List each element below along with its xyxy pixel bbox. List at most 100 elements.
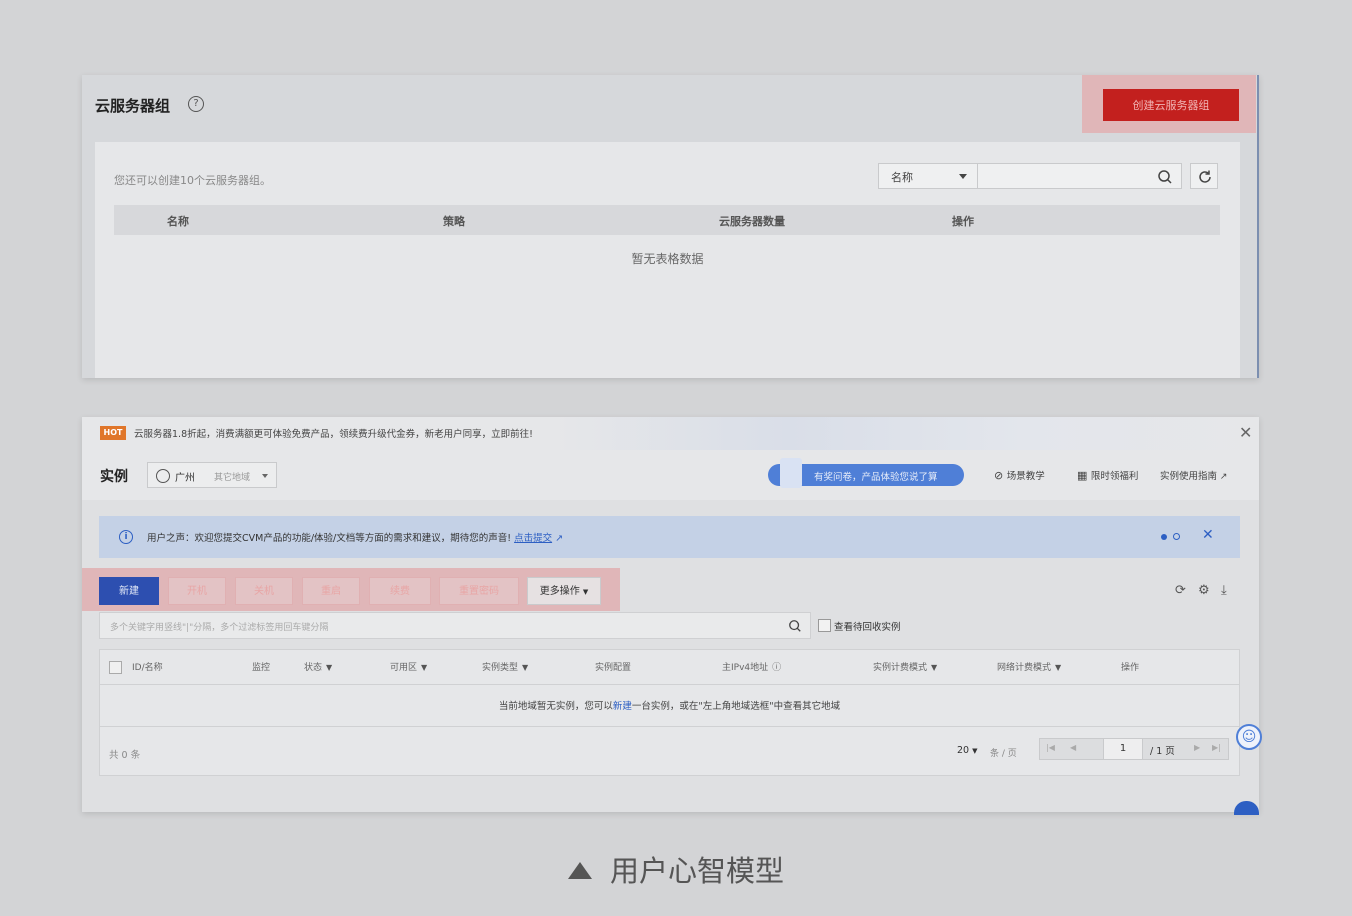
refresh-button[interactable] <box>1190 163 1218 189</box>
search-icon[interactable] <box>1157 169 1173 185</box>
notice-message: 用户之声：欢迎您提交CVM产品的功能/体验/文档等方面的需求和建议，期待您的声音… <box>147 533 512 544</box>
column-label: 实例计费模式 <box>873 663 928 673</box>
filter-select[interactable]: 名称 <box>878 163 978 189</box>
smile-feedback-icon[interactable]: ☺ <box>1236 724 1262 750</box>
column-header-status[interactable]: 状态 ▼ <box>304 660 332 673</box>
external-link-icon: ↗ <box>1217 472 1228 482</box>
recycle-label[interactable]: 查看待回收实例 <box>834 619 901 633</box>
total-count: 共 0 条 <box>109 750 141 761</box>
close-icon[interactable]: ✕ <box>1239 423 1252 442</box>
promo-banner: HOT 云服务器1.8折起，消费满额更可体验免费产品，领续费升级代金券，新老用户… <box>82 417 1259 450</box>
first-page-icon[interactable]: |◀ <box>1046 743 1055 752</box>
search-icon[interactable] <box>788 619 802 633</box>
empty-text: 一台实例，或在"左上角地域选框"中查看其它地域 <box>631 701 841 712</box>
start-button[interactable]: 开机 <box>168 577 226 605</box>
filter-icon[interactable]: ▼ <box>326 663 332 672</box>
recycle-checkbox[interactable] <box>818 619 831 632</box>
column-label: 主IPv4地址 <box>722 663 769 673</box>
filter-select-value: 名称 <box>891 171 913 184</box>
next-page-icon[interactable]: ▶ <box>1194 743 1200 752</box>
column-header: 实例配置 <box>595 663 632 673</box>
survey-label: 有奖问卷，产品体验您说了算 <box>814 472 938 483</box>
gear-icon[interactable]: ⚙ <box>1198 583 1210 598</box>
instance-header: 实例 广州 其它地域 有奖问卷，产品体验您说了算 ⊘ 场景教学 ▦ 限时领福利 … <box>82 450 1259 500</box>
qrcode-icon: ▦ <box>1077 469 1091 482</box>
empty-state: 当前地域暂无实例，您可以新建一台实例，或在"左上角地域选框"中查看其它地域 <box>100 698 1239 712</box>
region-value: 广州 <box>175 473 195 484</box>
new-instance-button[interactable]: 新建 <box>99 577 159 605</box>
region-select[interactable]: 广州 其它地域 <box>147 462 277 488</box>
column-header-zone[interactable]: 可用区 ▼ <box>390 660 427 673</box>
column-header-billing[interactable]: 实例计费模式 ▼ <box>873 660 937 673</box>
caret-down-icon: ▼ <box>582 588 589 596</box>
instance-panel: HOT 云服务器1.8折起，消费满额更可体验免费产品，领续费升级代金券，新老用户… <box>82 417 1262 815</box>
caret-down-icon <box>262 474 268 478</box>
column-label: 实例类型 <box>482 663 519 673</box>
filter-icon[interactable]: ▼ <box>931 663 937 672</box>
empty-state: 暂无表格数据 <box>631 252 704 266</box>
triangle-up-icon <box>567 861 592 879</box>
filter-icon[interactable]: ▼ <box>421 663 427 672</box>
column-label: 可用区 <box>390 663 418 673</box>
column-header-type[interactable]: 实例类型 ▼ <box>482 660 528 673</box>
last-page-icon[interactable]: ▶| <box>1212 743 1221 752</box>
region-other: 其它地域 <box>214 473 251 483</box>
search-placeholder: 多个关键字用竖线"|"分隔，多个过滤标签用回车键分隔 <box>110 623 329 633</box>
restart-button[interactable]: 重启 <box>302 577 360 605</box>
scenario-tutorial-link[interactable]: ⊘ 场景教学 <box>994 468 1045 482</box>
column-label: 状态 <box>304 663 323 673</box>
page-title: 实例 <box>100 469 128 485</box>
download-icon[interactable]: ⤓ <box>1221 583 1227 598</box>
promo-text[interactable]: 云服务器1.8折起，消费满额更可体验免费产品，领续费升级代金券，新老用户同享，立… <box>134 426 533 440</box>
filter-icon[interactable]: ▼ <box>522 663 528 672</box>
help-circle-icon[interactable]: ? <box>188 96 204 112</box>
info-icon[interactable]: ⓘ <box>772 663 781 673</box>
submit-feedback-link[interactable]: 点击提交 <box>514 533 552 544</box>
usage-guide-link[interactable]: 实例使用指南 ↗ <box>1160 468 1227 482</box>
page-size-select[interactable]: 20 ▼ <box>957 745 978 756</box>
filter-icon[interactable]: ▼ <box>1055 663 1061 672</box>
create-server-group-button[interactable]: 创建云服务器组 <box>1103 89 1239 121</box>
panel-edge <box>1257 75 1259 378</box>
select-all-checkbox[interactable] <box>109 661 122 674</box>
column-label: 网络计费模式 <box>997 663 1052 673</box>
group-list-card: 您还可以创建10个云服务器组。 名称 名称 策略 云服务器数量 操作 暂无表格数… <box>95 142 1240 378</box>
instance-table: ID/名称 监控 状态 ▼ 可用区 ▼ 实例类型 ▼ 实例配置 主IPv4地址 ⓘ 实例… <box>99 649 1240 776</box>
page-size-value: 20 <box>957 745 970 756</box>
page-total: / 1 页 <box>1150 746 1175 757</box>
page-size-unit: 条 / 页 <box>990 749 1017 759</box>
document-icon <box>780 458 802 488</box>
reset-password-button[interactable]: 重置密码 <box>439 577 519 605</box>
prev-page-icon[interactable]: ◀ <box>1070 743 1076 752</box>
globe-icon <box>156 469 170 483</box>
limited-offer-link[interactable]: ▦ 限时领福利 <box>1077 468 1138 482</box>
more-actions-button[interactable]: 更多操作 ▼ <box>527 577 601 605</box>
quota-tip: 您还可以创建10个云服务器组。 <box>114 174 271 187</box>
column-header-network-billing[interactable]: 网络计费模式 ▼ <box>997 660 1061 673</box>
create-instance-link[interactable]: 新建 <box>613 701 632 712</box>
page-input[interactable]: 1 <box>1103 739 1143 759</box>
floating-assistant-tab[interactable] <box>1234 801 1259 815</box>
refresh-icon[interactable]: ⟳ <box>1175 583 1186 598</box>
close-icon[interactable]: ✕ <box>1202 527 1214 543</box>
column-header: 名称 <box>167 215 189 228</box>
pagination: |◀ ◀ 1 / 1 页 ▶ ▶| <box>1039 738 1229 760</box>
survey-button[interactable]: 有奖问卷，产品体验您说了算 <box>768 458 964 488</box>
search-input[interactable] <box>978 163 1182 189</box>
hot-badge: HOT <box>100 426 126 440</box>
carousel-dot-active[interactable] <box>1161 534 1167 540</box>
column-header: 策略 <box>443 215 465 228</box>
column-header: ID/名称 <box>132 663 163 673</box>
column-header-ip: 主IPv4地址 ⓘ <box>722 660 781 673</box>
link-label: 实例使用指南 <box>1160 471 1218 482</box>
table-header: 名称 策略 云服务器数量 操作 <box>114 205 1220 235</box>
column-header: 操作 <box>952 215 974 228</box>
caret-down-icon <box>959 174 967 179</box>
shutdown-button[interactable]: 关机 <box>235 577 293 605</box>
renew-button[interactable]: 续费 <box>369 577 431 605</box>
info-icon: i <box>119 530 133 544</box>
carousel-dot[interactable] <box>1173 533 1180 540</box>
external-link-icon: ↗ <box>555 533 564 544</box>
instance-search-input[interactable]: 多个关键字用竖线"|"分隔，多个过滤标签用回车键分隔 <box>99 612 811 639</box>
more-actions-label: 更多操作 <box>539 586 580 597</box>
